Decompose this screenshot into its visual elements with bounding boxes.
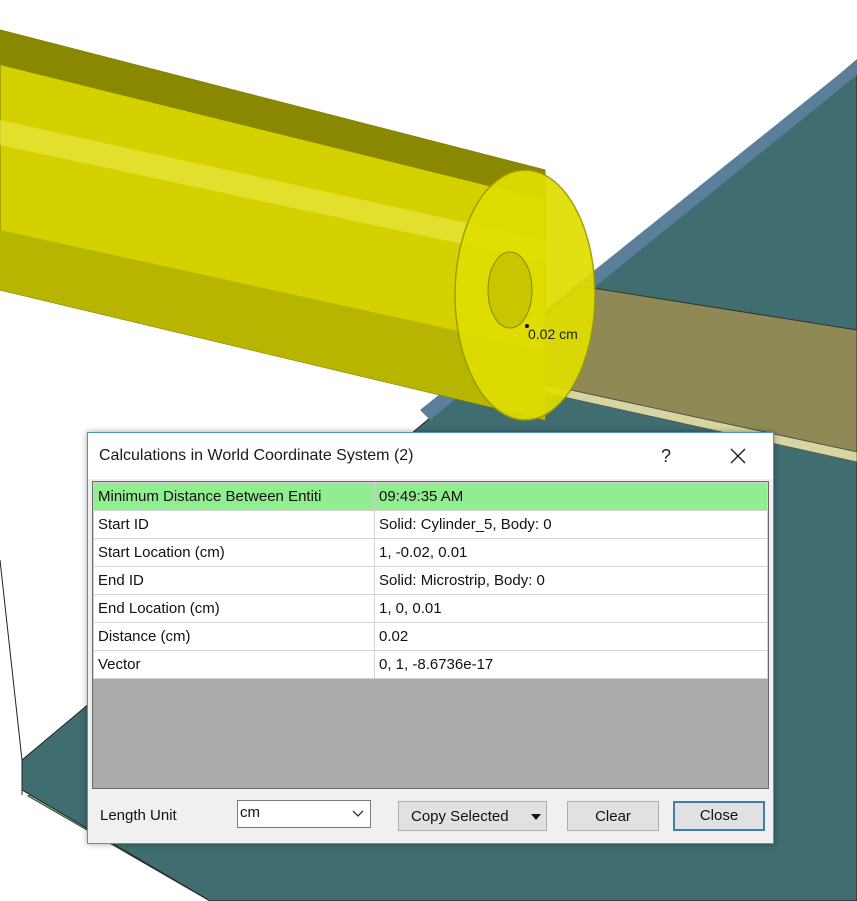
table-row[interactable]: Distance (cm) 0.02 [93, 622, 768, 651]
results-table: Minimum Distance Between Entiti 09:49:35 … [93, 482, 768, 679]
row-value-cell: 1, -0.02, 0.01 [374, 538, 768, 567]
row-name-cell: End ID [93, 566, 375, 595]
copy-selected-button[interactable]: Copy Selected [398, 801, 547, 831]
table-row[interactable]: Start ID Solid: Cylinder_5, Body: 0 [93, 510, 768, 539]
copy-selected-label: Copy Selected [411, 808, 509, 825]
results-grid[interactable]: Minimum Distance Between Entiti 09:49:35 … [92, 481, 769, 789]
row-name-cell: Vector [93, 650, 375, 679]
length-unit-dropdown[interactable]: cm [237, 800, 371, 828]
board-edge-line [0, 559, 23, 761]
row-value-cell: 0, 1, -8.6736e-17 [374, 650, 768, 679]
length-unit-value: cm [240, 804, 260, 821]
row-name-cell: Distance (cm) [93, 622, 375, 651]
dropdown-arrow-icon[interactable] [531, 814, 541, 820]
row-value-cell: 09:49:35 AM [374, 482, 768, 511]
dialog-title: Calculations in World Coordinate System … [99, 447, 414, 464]
chevron-down-icon [352, 810, 364, 817]
close-icon[interactable] [718, 441, 758, 471]
length-unit-label: Length Unit [100, 807, 177, 824]
row-value-cell: 0.02 [374, 622, 768, 651]
close-button[interactable]: Close [673, 801, 765, 831]
help-button[interactable]: ? [648, 441, 684, 471]
table-row[interactable]: Vector 0, 1, -8.6736e-17 [93, 650, 768, 679]
table-row[interactable]: End Location (cm) 1, 0, 0.01 [93, 594, 768, 623]
coax-inner-conductor [487, 251, 533, 329]
row-value-cell: Solid: Cylinder_5, Body: 0 [374, 510, 768, 539]
clear-button[interactable]: Clear [567, 801, 659, 831]
distance-label: 0.02 cm [528, 326, 578, 342]
table-row[interactable]: Minimum Distance Between Entiti 09:49:35 … [93, 482, 768, 511]
dialog-titlebar[interactable]: Calculations in World Coordinate System … [88, 433, 773, 479]
row-value-cell: 1, 0, 0.01 [374, 594, 768, 623]
table-row[interactable]: End ID Solid: Microstrip, Body: 0 [93, 566, 768, 595]
row-name-cell: Start Location (cm) [93, 538, 375, 567]
row-value-cell: Solid: Microstrip, Body: 0 [374, 566, 768, 595]
row-name-cell: Minimum Distance Between Entiti [93, 482, 375, 511]
table-row[interactable]: Start Location (cm) 1, -0.02, 0.01 [93, 538, 768, 567]
calculations-dialog: Calculations in World Coordinate System … [87, 432, 774, 844]
row-name-cell: Start ID [93, 510, 375, 539]
row-name-cell: End Location (cm) [93, 594, 375, 623]
